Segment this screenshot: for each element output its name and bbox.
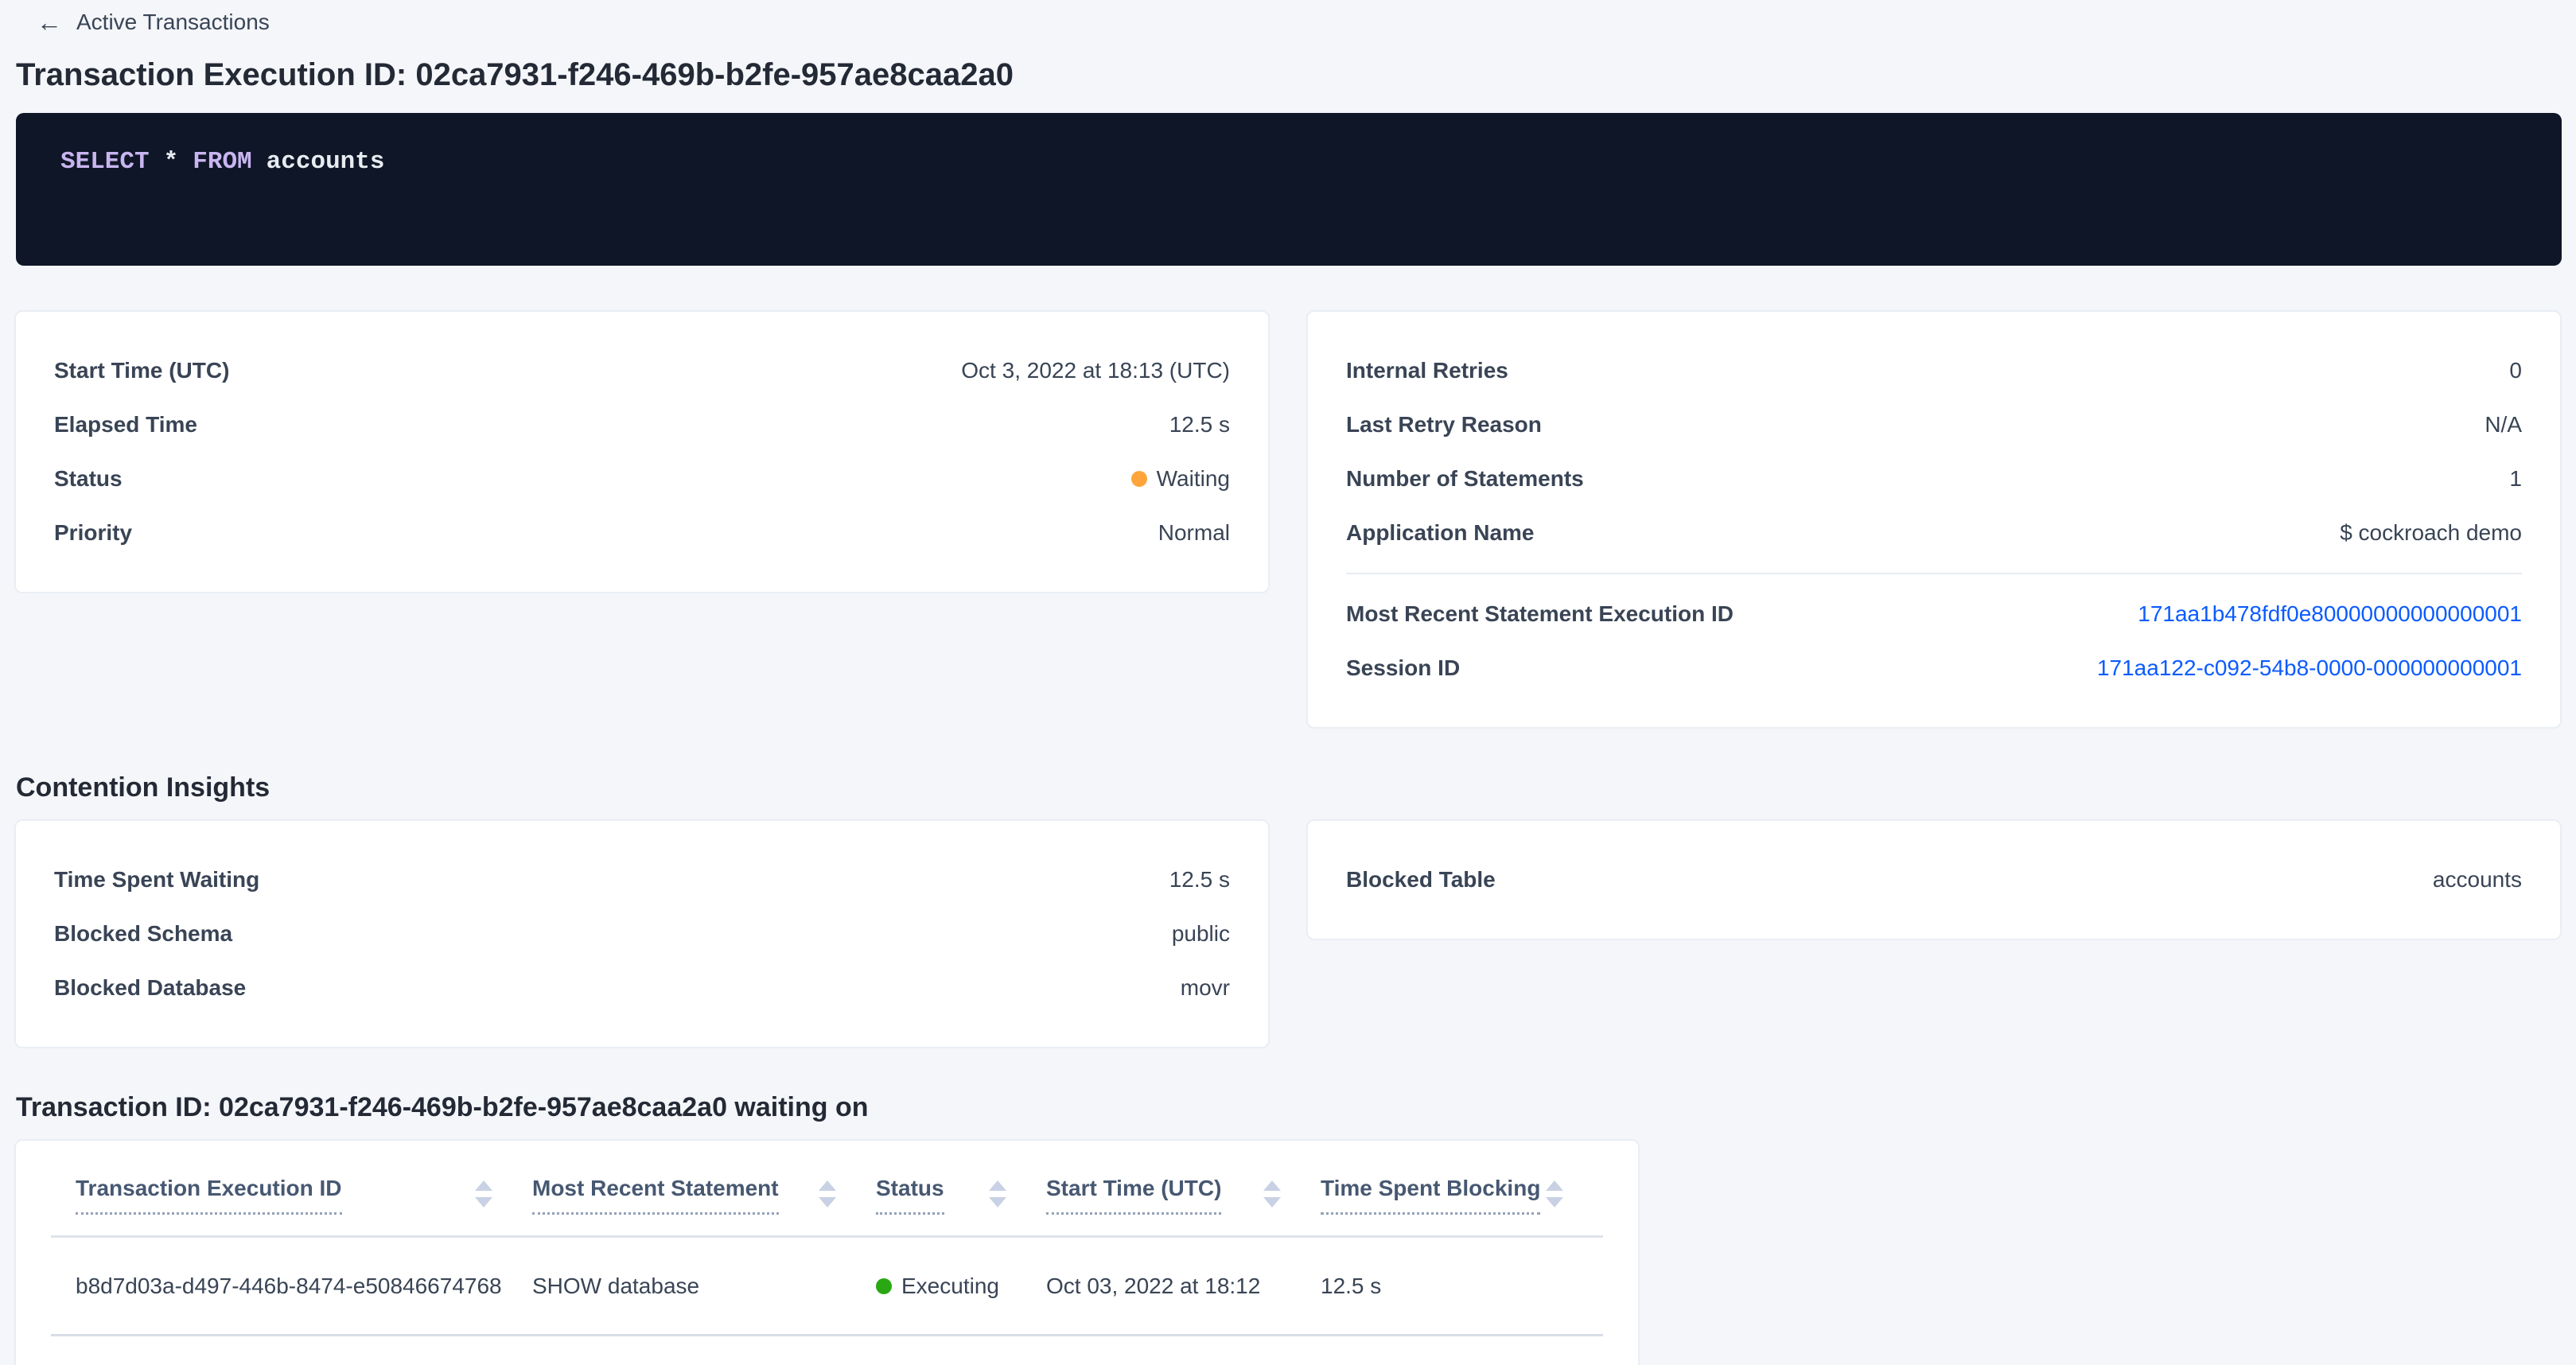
sql-table-identifier: accounts [267,148,385,177]
statement-execution-id-link[interactable]: 171aa1b478fdf0e80000000000000001 [2138,601,2522,627]
cell-status: Executing [876,1274,1046,1299]
transaction-details-page: ← Active Transactions Transaction Execut… [0,0,2576,1365]
column-header-label: Most Recent Statement [532,1176,779,1215]
application-name-label: Application Name [1346,520,1534,546]
priority-row: Priority Normal [54,506,1230,560]
elapsed-time-value: 12.5 s [1169,412,1230,438]
status-executing-dot-icon [876,1278,892,1294]
status-row: Status Waiting [54,452,1230,506]
sort-icon [1546,1180,1563,1208]
statement-execution-id-row: Most Recent Statement Execution ID 171aa… [1346,587,2522,641]
status-waiting-dot-icon [1131,471,1147,487]
priority-label: Priority [54,520,132,546]
sort-icon [989,1180,1006,1208]
statement-execution-id-label: Most Recent Statement Execution ID [1346,601,1734,627]
summary-cards-row: Start Time (UTC) Oct 3, 2022 at 18:13 (U… [14,310,2562,729]
start-time-label: Start Time (UTC) [54,358,229,383]
breadcrumb-label: Active Transactions [76,10,270,35]
blocked-schema-value: public [1172,921,1230,947]
last-retry-reason-label: Last Retry Reason [1346,412,1542,438]
blocked-schema-label: Blocked Schema [54,921,232,947]
sql-keyword-from: FROM [193,148,251,177]
number-of-statements-row: Number of Statements 1 [1346,452,2522,506]
column-header-label: Transaction Execution ID [76,1176,342,1215]
application-name-value: $ cockroach demo [2340,520,2522,546]
session-id-row: Session ID 171aa122-c092-54b8-0000-00000… [1346,641,2522,695]
last-retry-reason-row: Last Retry Reason N/A [1346,398,2522,452]
transaction-details-card: Internal Retries 0 Last Retry Reason N/A… [1306,310,2562,729]
session-id-label: Session ID [1346,655,1460,681]
time-spent-waiting-label: Time Spent Waiting [54,867,259,892]
column-header-most-recent-statement[interactable]: Most Recent Statement [532,1176,876,1235]
back-arrow-icon: ← [37,10,62,35]
number-of-statements-value: 1 [2509,466,2522,492]
blocked-table-value: accounts [2433,867,2522,892]
page-title: Transaction Execution ID: 02ca7931-f246-… [16,56,2562,94]
status-label: Status [54,466,123,492]
contention-insights-heading: Contention Insights [16,772,2562,803]
session-id-link[interactable]: 171aa122-c092-54b8-0000-000000000001 [2097,655,2522,681]
start-time-value: Oct 3, 2022 at 18:13 (UTC) [961,358,1230,383]
column-header-start-time[interactable]: Start Time (UTC) [1046,1176,1321,1235]
time-spent-waiting-row: Time Spent Waiting 12.5 s [54,853,1230,907]
internal-retries-value: 0 [2509,358,2522,383]
number-of-statements-label: Number of Statements [1346,466,1584,492]
column-header-status[interactable]: Status [876,1176,1046,1235]
sql-statement-box: SELECT * FROM accounts [16,113,2562,266]
status-value-text: Waiting [1157,466,1230,492]
contention-waiting-card: Time Spent Waiting 12.5 s Blocked Schema… [14,819,1270,1048]
waiting-on-heading: Transaction ID: 02ca7931-f246-469b-b2fe-… [16,1091,2562,1123]
priority-value: Normal [1158,520,1230,546]
cell-most-recent-statement: SHOW database [532,1274,876,1299]
elapsed-time-label: Elapsed Time [54,412,197,438]
blocked-database-value: movr [1181,975,1230,1001]
sql-keyword-select: SELECT [60,148,150,177]
column-header-time-spent-blocking[interactable]: Time Spent Blocking [1321,1176,1603,1235]
blocked-database-row: Blocked Database movr [54,961,1230,1015]
application-name-row: Application Name $ cockroach demo [1346,506,2522,560]
back-to-active-transactions-link[interactable]: ← Active Transactions [0,0,270,35]
table-row: b8d7d03a-d497-446b-8474-e50846674768 SHO… [51,1238,1603,1336]
internal-retries-row: Internal Retries 0 [1346,344,2522,398]
transaction-summary-card: Start Time (UTC) Oct 3, 2022 at 18:13 (U… [14,310,1270,593]
column-header-label: Time Spent Blocking [1321,1176,1540,1215]
time-spent-waiting-value: 12.5 s [1169,867,1230,892]
waiting-on-table-header: Transaction Execution ID Most Recent Sta… [51,1141,1603,1238]
elapsed-time-row: Elapsed Time 12.5 s [54,398,1230,452]
cell-transaction-execution-id: b8d7d03a-d497-446b-8474-e50846674768 [76,1274,532,1299]
sort-icon [475,1180,492,1208]
sort-icon [1263,1180,1281,1208]
waiting-on-table: Transaction Execution ID Most Recent Sta… [14,1139,1640,1365]
contention-blocked-table-card: Blocked Table accounts [1306,819,2562,940]
contention-cards-row: Time Spent Waiting 12.5 s Blocked Schema… [14,819,2562,1048]
blocked-schema-row: Blocked Schema public [54,907,1230,961]
sort-icon [819,1180,836,1208]
column-header-transaction-execution-id[interactable]: Transaction Execution ID [76,1176,532,1235]
start-time-row: Start Time (UTC) Oct 3, 2022 at 18:13 (U… [54,344,1230,398]
blocked-database-label: Blocked Database [54,975,246,1001]
internal-retries-label: Internal Retries [1346,358,1508,383]
column-header-label: Status [876,1176,944,1215]
last-retry-reason-value: N/A [2485,412,2522,438]
blocked-table-row: Blocked Table accounts [1346,853,2522,907]
column-header-label: Start Time (UTC) [1046,1176,1221,1215]
cell-time-spent-blocking: 12.5 s [1321,1274,1603,1299]
cell-start-time: Oct 03, 2022 at 18:12 [1046,1274,1321,1299]
sql-star-operator: * [164,148,179,177]
sql-statement: SELECT * FROM accounts [60,148,2517,177]
cell-status-text: Executing [901,1274,999,1299]
status-value: Waiting [1131,466,1230,492]
blocked-table-label: Blocked Table [1346,867,1496,892]
card-divider [1346,573,2522,574]
